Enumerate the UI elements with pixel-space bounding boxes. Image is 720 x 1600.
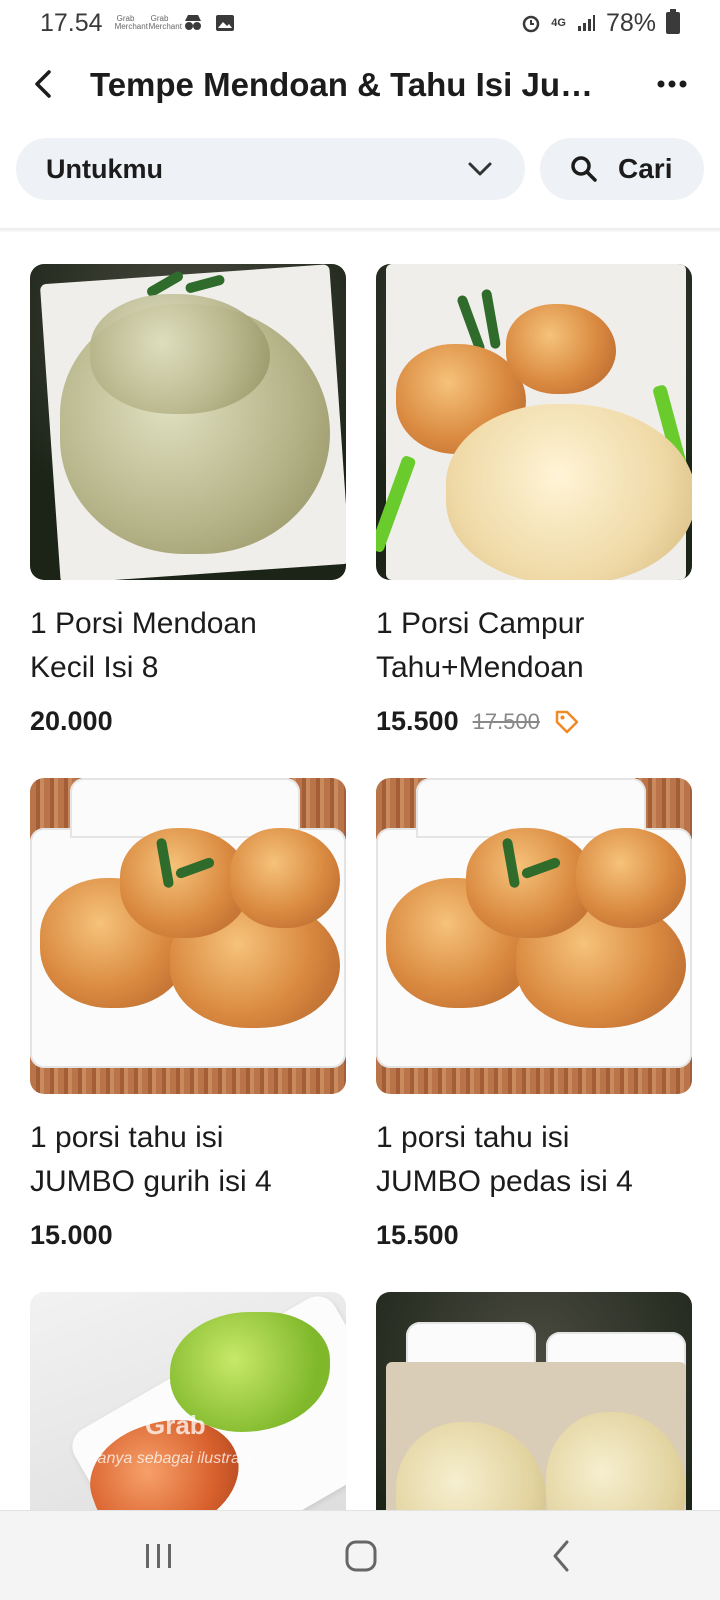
incognito-icon [184, 15, 201, 30]
menu-item-price-row: 20.000 [30, 706, 346, 737]
top-app-bar: Tempe Mendoan & Tahu Isi Jumbo... [0, 46, 720, 126]
signal-icon [577, 15, 595, 31]
home-icon [345, 1540, 377, 1572]
more-dots-icon [657, 80, 687, 88]
menu-item-price: 20.000 [30, 706, 113, 736]
search-button-label: Cari [618, 153, 673, 184]
menu-item-name: 1 Porsi Mendoan Kecil Isi 8 [30, 607, 257, 684]
recent-apps-button[interactable] [129, 1531, 189, 1581]
header-divider [0, 228, 720, 232]
more-options-button[interactable] [648, 60, 696, 108]
network-type-label: 4G [551, 16, 566, 29]
grab-merchant-notification-icon-2: Grab Merchant [148, 14, 182, 31]
menu-item-image [30, 264, 346, 580]
status-bar: 17.54 Grab Merchant Grab Merchant 4G 78% [0, 0, 720, 46]
gallery-icon [215, 15, 234, 31]
home-button[interactable] [331, 1531, 391, 1581]
menu-item-card[interactable]: 1 Porsi Campur Tahu+Mendoan 15.500 17.50… [376, 264, 692, 737]
menu-item-price: 15.500 [376, 1220, 459, 1250]
arrow-left-icon [35, 70, 51, 98]
battery-percent: 78% [605, 8, 656, 37]
status-bar-right: 4G 78% [521, 9, 680, 38]
menu-item-price: 15.500 [376, 706, 459, 736]
back-button[interactable] [20, 60, 68, 108]
menu-item-image [30, 778, 346, 1094]
watermark-brand: Grab [145, 1410, 206, 1440]
menu-item-original-price: 17.500 [472, 708, 540, 734]
menu-item-card[interactable]: 1 porsi tahu isi JUMBO gurih isi 4 15.00… [30, 778, 346, 1251]
grab-merchant-notification-icon: Grab Merchant [114, 14, 148, 31]
status-bar-left: 17.54 Grab Merchant Grab Merchant [40, 9, 235, 38]
search-button[interactable]: Cari [540, 138, 704, 200]
recent-apps-icon [146, 1544, 171, 1568]
menu-item-name: 1 porsi tahu isi JUMBO gurih isi 4 [30, 1121, 272, 1198]
filter-bar: Untukmu Cari [0, 138, 720, 200]
menu-item-name: 1 porsi tahu isi JUMBO pedas isi 4 [376, 1121, 633, 1198]
menu-item-price: 15.000 [30, 1220, 113, 1250]
menu-item-image [376, 264, 692, 580]
menu-item-card[interactable]: 1 Porsi Mendoan Kecil Isi 8 20.000 [30, 264, 346, 737]
menu-item-image [376, 778, 692, 1094]
category-dropdown-value: Untukmu [46, 153, 163, 184]
app-screen: 17.54 Grab Merchant Grab Merchant 4G 78%… [0, 0, 720, 1600]
image-watermark: Hanya sebagai ilustrasi [86, 1450, 252, 1467]
menu-item-card[interactable]: 1 porsi tahu isi JUMBO pedas isi 4 15.50… [376, 778, 692, 1251]
promo-tag-icon [555, 710, 579, 733]
battery-icon [666, 9, 680, 34]
system-navigation-bar [0, 1510, 720, 1600]
menu-item-price-row: 15.000 [30, 1220, 346, 1251]
category-dropdown[interactable]: Untukmu [16, 138, 525, 200]
menu-item-price-row: 15.500 [376, 1220, 692, 1251]
system-back-button[interactable] [531, 1531, 591, 1581]
alarm-icon [523, 15, 540, 33]
clock: 17.54 [40, 8, 103, 37]
search-icon [571, 156, 597, 182]
chevron-down-icon [465, 154, 495, 184]
menu-item-price-row: 15.500 17.500 [376, 706, 692, 737]
chevron-left-icon [553, 1540, 569, 1572]
page-title: Tempe Mendoan & Tahu Isi Jumbo... [90, 66, 620, 103]
menu-item-name: 1 Porsi Campur Tahu+Mendoan [376, 607, 585, 684]
